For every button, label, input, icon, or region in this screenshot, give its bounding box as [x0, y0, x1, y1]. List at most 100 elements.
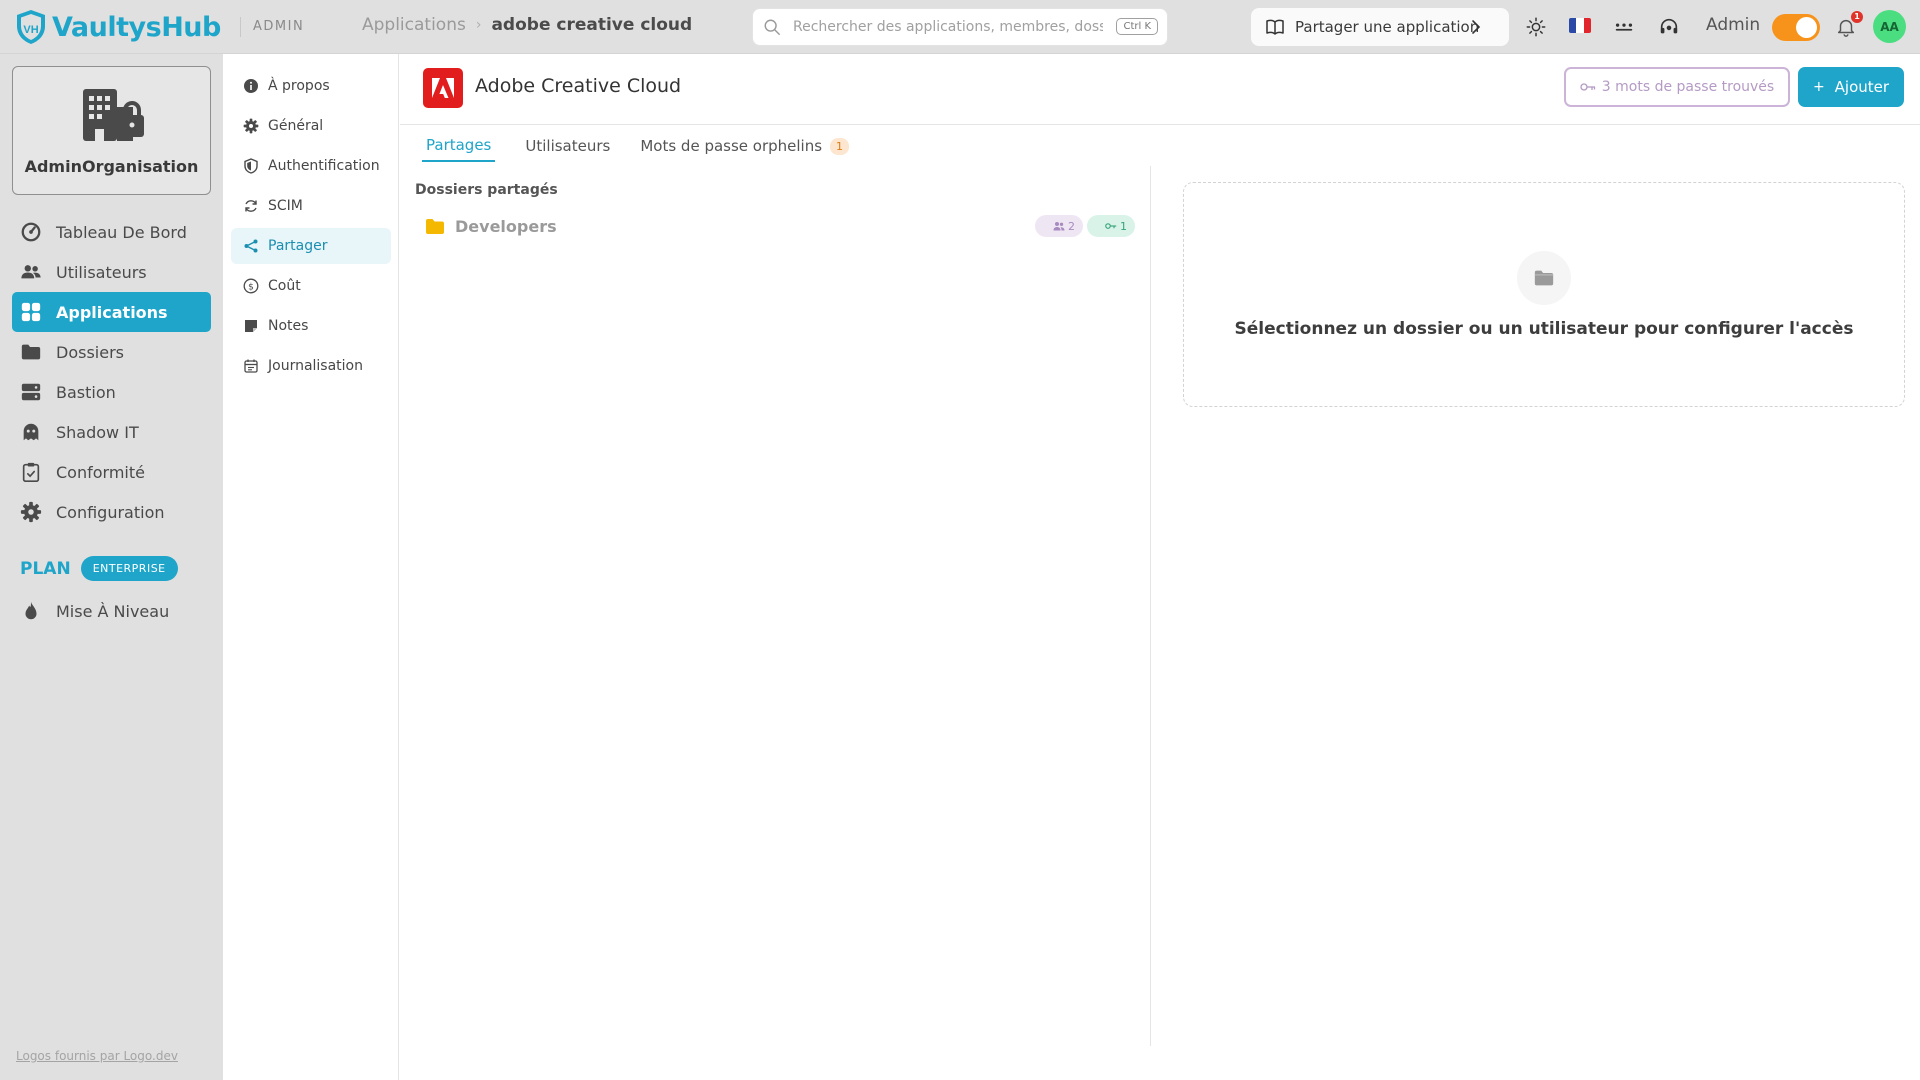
add-label: Ajouter	[1834, 78, 1890, 96]
add-button[interactable]: + Ajouter	[1798, 67, 1904, 107]
share-application-label: Partager une application	[1295, 18, 1480, 36]
note-icon	[245, 320, 257, 332]
share-tabs: Partages Utilisateurs Mots de passe orph…	[422, 136, 879, 162]
orphan-passwords-badge: 1	[830, 137, 850, 155]
shield-logo-icon: VH	[17, 10, 45, 44]
subnav-item-cost[interactable]: $ Coût	[231, 268, 391, 304]
tab-label: Mots de passe orphelins	[640, 137, 823, 155]
svg-text:$: $	[248, 283, 254, 293]
server-icon	[21, 383, 41, 401]
folder-icon	[1517, 251, 1571, 305]
section-tag: ADMIN	[240, 17, 304, 37]
support-button[interactable]	[1656, 14, 1682, 40]
calendar-icon	[244, 359, 258, 373]
breadcrumb-current: adobe creative cloud	[491, 15, 693, 35]
theme-toggle-button[interactable]	[1523, 14, 1549, 40]
shared-folders-panel: Dossiers partagés Developers 2 1	[400, 166, 1151, 1046]
subnav-item-general[interactable]: Général	[231, 108, 391, 144]
upgrade-section: Mise À Niveau	[12, 591, 211, 631]
folder-name: Developers	[455, 216, 557, 236]
subnav-item-label: SCIM	[268, 198, 303, 214]
organization-card[interactable]: AdminOrganisation	[12, 66, 211, 195]
list-item[interactable]: Developers 2 1	[415, 208, 1135, 244]
main-content: Adobe Creative Cloud 3 mots de passe tro…	[400, 54, 1920, 1080]
subnav-item-scim[interactable]: SCIM	[231, 188, 391, 224]
chevron-right-icon	[1472, 20, 1481, 34]
folder-icon	[426, 218, 444, 234]
language-flag-fr-icon[interactable]	[1569, 18, 1591, 33]
plus-icon: +	[1812, 79, 1825, 95]
folder-keys-count: 1	[1087, 215, 1135, 237]
shield-icon	[244, 158, 258, 174]
subnav-item-label: Authentification	[268, 158, 380, 174]
tab-users[interactable]: Utilisateurs	[525, 136, 610, 162]
headset-icon	[1660, 18, 1678, 34]
admin-mode-toggle[interactable]	[1772, 14, 1820, 41]
subnav-item-label: Partager	[268, 238, 328, 254]
application-subnav: À propos Général Authentification SCIM P…	[223, 54, 399, 1080]
subnav-item-label: À propos	[268, 78, 330, 94]
subnav-item-label: Général	[268, 118, 324, 134]
folder-users-count: 2	[1035, 215, 1083, 237]
plan-badge: ENTERPRISE	[80, 556, 178, 581]
sidebar-item-label: Conformité	[56, 462, 145, 482]
notifications-badge: 1	[1851, 11, 1863, 23]
subnav-item-notes[interactable]: Notes	[231, 308, 391, 344]
passwords-found-button[interactable]: 3 mots de passe trouvés	[1564, 67, 1790, 107]
subnav-item-authentication[interactable]: Authentification	[231, 148, 391, 184]
sidebar-item-label: Mise À Niveau	[56, 601, 170, 621]
subnav-item-share[interactable]: Partager	[231, 228, 391, 264]
logo-credits-link[interactable]: Logos fournis par Logo.dev	[16, 1049, 178, 1063]
empty-state-message: Sélectionnez un dossier ou un utilisateu…	[1234, 319, 1854, 339]
search-icon	[764, 19, 780, 35]
tab-orphan-passwords[interactable]: Mots de passe orphelins 1	[640, 136, 850, 162]
share-application-button[interactable]: Partager une application	[1251, 8, 1509, 46]
dollar-icon: $	[243, 278, 259, 294]
breadcrumb: Applications › adobe creative cloud	[362, 15, 692, 35]
sidebar-item-label: Shadow IT	[56, 422, 139, 442]
sidebar-item-applications[interactable]: Applications	[12, 292, 211, 332]
sidebar-item-shadow-it[interactable]: Shadow IT	[12, 412, 211, 452]
access-config-empty-state: Sélectionnez un dossier ou un utilisateu…	[1183, 182, 1905, 407]
shared-folders-title: Dossiers partagés	[415, 182, 558, 198]
subnav-item-about[interactable]: À propos	[231, 68, 391, 104]
share-icon	[244, 239, 258, 253]
sidebar-item-label: Dossiers	[56, 342, 124, 362]
sidebar-item-label: Utilisateurs	[56, 262, 147, 282]
subnav-item-label: Coût	[268, 278, 301, 294]
dashboard-icon	[21, 222, 41, 242]
sidebar-item-users[interactable]: Utilisateurs	[12, 252, 211, 292]
tab-shares[interactable]: Partages	[422, 136, 496, 162]
breadcrumb-parent[interactable]: Applications	[362, 15, 466, 35]
plan-label: PLAN	[20, 558, 71, 579]
global-search[interactable]: Ctrl K	[752, 8, 1168, 46]
brand-name: VaultysHub	[52, 11, 221, 43]
more-apps-button[interactable]	[1611, 14, 1637, 40]
tab-label: Utilisateurs	[525, 137, 611, 155]
user-avatar[interactable]: AA	[1873, 10, 1906, 43]
sidebar-item-label: Applications	[56, 302, 168, 322]
search-shortcut-hint: Ctrl K	[1116, 18, 1158, 35]
gear-icon	[20, 501, 42, 523]
brand-logo[interactable]: VH VaultysHub	[14, 8, 221, 46]
folder-icon	[21, 344, 41, 360]
sidebar-item-configuration[interactable]: Configuration	[12, 492, 211, 532]
book-open-icon	[1266, 19, 1284, 35]
sidebar-item-upgrade[interactable]: Mise À Niveau	[12, 591, 211, 631]
breadcrumb-separator: ›	[475, 17, 482, 33]
user-role-label: Admin	[1706, 15, 1761, 35]
users-icon	[1053, 222, 1065, 231]
key-icon	[1580, 83, 1595, 91]
search-input[interactable]	[793, 19, 1103, 35]
tab-label: Partages	[426, 136, 492, 154]
sidebar-item-folders[interactable]: Dossiers	[12, 332, 211, 372]
sidebar-item-bastion[interactable]: Bastion	[12, 372, 211, 412]
organization-building-icon	[83, 89, 144, 141]
passwords-found-label: 3 mots de passe trouvés	[1601, 79, 1775, 95]
grid-icon	[21, 302, 41, 322]
sidebar-item-label: Tableau De Bord	[56, 222, 187, 242]
sidebar-item-compliance[interactable]: Conformité	[12, 452, 211, 492]
gear-icon	[243, 118, 259, 134]
subnav-item-logging[interactable]: Journalisation	[231, 348, 391, 384]
sidebar-item-dashboard[interactable]: Tableau De Bord	[12, 212, 211, 252]
